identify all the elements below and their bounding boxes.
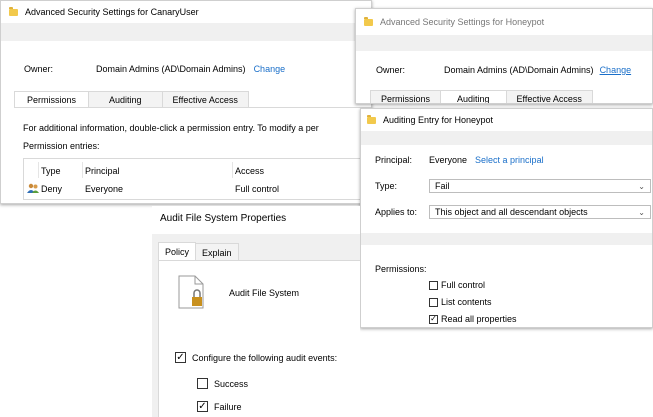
success-label: Success	[214, 378, 249, 389]
type-label: Type:	[375, 181, 398, 191]
list-contents-label: List contents	[441, 297, 492, 307]
audit-file-system-dialog: Audit File System Properties Policy Expl…	[152, 206, 360, 417]
change-owner-link[interactable]: Change	[254, 64, 286, 74]
toolbar-area	[1, 23, 371, 41]
lock-document-icon	[177, 275, 207, 311]
info-text: For additional information, double-click…	[23, 123, 319, 133]
window-title: Auditing Entry for Honeypot	[383, 115, 494, 125]
tab-strip: Permissions Auditing Effective Access	[370, 90, 593, 103]
folder-icon	[367, 114, 376, 124]
change-owner-link[interactable]: Change	[600, 65, 632, 75]
configure-events-label: Configure the following audit events:	[192, 352, 338, 363]
applies-row: Applies to: This object and all descenda…	[375, 205, 651, 219]
owner-row: Owner: Domain Admins (AD\Domain Admins) …	[24, 64, 285, 74]
canaryuser-security-window: Advanced Security Settings for CanaryUse…	[0, 0, 372, 204]
perm-read-all-properties[interactable]: ✓ Read all properties	[429, 314, 517, 324]
principal-label: Principal:	[375, 155, 413, 165]
tab-strip: Policy Explain	[158, 242, 239, 262]
chevron-down-icon: ⌄	[638, 181, 645, 191]
failure-checkbox[interactable]: ✓	[197, 401, 208, 412]
tab-divider	[14, 107, 371, 108]
tab-policy[interactable]: Policy	[158, 242, 197, 262]
chevron-down-icon: ⌄	[638, 207, 645, 217]
principal-row: Principal: Everyone Select a principal	[375, 155, 544, 165]
failure-label: Failure	[214, 401, 242, 412]
honeypot-security-window: Advanced Security Settings for Honeypot …	[355, 8, 653, 104]
applies-to-dropdown[interactable]: This object and all descendant objects ⌄	[429, 205, 651, 219]
row-type: Deny	[41, 184, 63, 194]
tab-effective-access[interactable]: Effective Access	[161, 91, 249, 108]
owner-label: Owner:	[24, 64, 54, 74]
configure-events-checkbox[interactable]: ✓	[175, 352, 186, 363]
dialog-title: Audit File System Properties	[160, 213, 287, 224]
failure-row[interactable]: ✓ Failure	[197, 401, 242, 412]
list-contents-checkbox[interactable]	[429, 297, 438, 307]
separator-band	[361, 233, 652, 245]
type-row: Type: Fail ⌄	[375, 179, 651, 193]
toolbar-area	[361, 131, 652, 145]
applies-label: Applies to:	[375, 207, 418, 217]
tab-auditing[interactable]: Auditing	[88, 91, 163, 108]
policy-name: Audit File System	[229, 288, 300, 298]
applies-value: This object and all descendant objects	[435, 207, 588, 217]
window-title: Advanced Security Settings for Honeypot	[380, 17, 545, 27]
full-control-checkbox[interactable]	[429, 280, 438, 290]
principal-value: Everyone	[429, 155, 468, 165]
owner-row: Owner: Domain Admins (AD\Domain Admins) …	[376, 65, 631, 75]
policy-panel: Audit File System ✓ Configure the follow…	[158, 260, 360, 417]
folder-icon	[364, 16, 373, 26]
perm-full-control[interactable]: Full control	[429, 280, 485, 290]
tab-auditing[interactable]: Auditing	[440, 90, 507, 103]
full-control-label: Full control	[441, 280, 486, 290]
title-bar: Advanced Security Settings for Honeypot	[356, 9, 652, 35]
title-bar: Auditing Entry for Honeypot	[361, 109, 652, 131]
read-all-properties-label: Read all properties	[441, 314, 517, 324]
users-icon	[27, 183, 39, 193]
column-principal[interactable]: Principal	[85, 166, 120, 176]
window-title: Advanced Security Settings for CanaryUse…	[25, 7, 199, 17]
type-value: Fail	[435, 181, 450, 191]
success-row[interactable]: Success	[197, 378, 248, 389]
column-access[interactable]: Access	[235, 166, 264, 176]
folder-icon	[9, 6, 18, 16]
success-checkbox[interactable]	[197, 378, 208, 389]
permission-entries-label: Permission entries:	[23, 141, 100, 151]
auditing-entry-window: Auditing Entry for Honeypot Principal: E…	[360, 108, 653, 328]
row-access: Full control	[235, 184, 280, 194]
column-type[interactable]: Type	[41, 166, 61, 176]
tab-strip: Permissions Auditing Effective Access	[14, 91, 249, 108]
column-separator	[232, 162, 233, 178]
row-principal: Everyone	[85, 184, 124, 194]
title-bar: Advanced Security Settings for CanaryUse…	[1, 1, 371, 23]
tab-permissions[interactable]: Permissions	[370, 90, 442, 103]
table-row[interactable]: Deny Everyone Full control	[24, 182, 371, 196]
tab-effective-access[interactable]: Effective Access	[505, 90, 593, 103]
read-all-properties-checkbox[interactable]: ✓	[429, 314, 438, 324]
owner-label: Owner:	[376, 65, 406, 75]
owner-value: Domain Admins (AD\Domain Admins)	[444, 65, 594, 75]
tab-permissions[interactable]: Permissions	[14, 91, 90, 108]
permissions-label: Permissions:	[375, 264, 427, 274]
permission-entries-list[interactable]: Type Principal Access Deny Everyone Full…	[23, 158, 371, 200]
column-separator	[38, 162, 39, 178]
select-principal-link[interactable]: Select a principal	[475, 155, 544, 165]
column-separator	[82, 162, 83, 178]
toolbar-area	[356, 35, 652, 51]
owner-value: Domain Admins (AD\Domain Admins)	[96, 64, 246, 74]
perm-list-contents[interactable]: List contents	[429, 297, 492, 307]
type-dropdown[interactable]: Fail ⌄	[429, 179, 651, 193]
configure-row[interactable]: ✓ Configure the following audit events:	[175, 352, 337, 363]
